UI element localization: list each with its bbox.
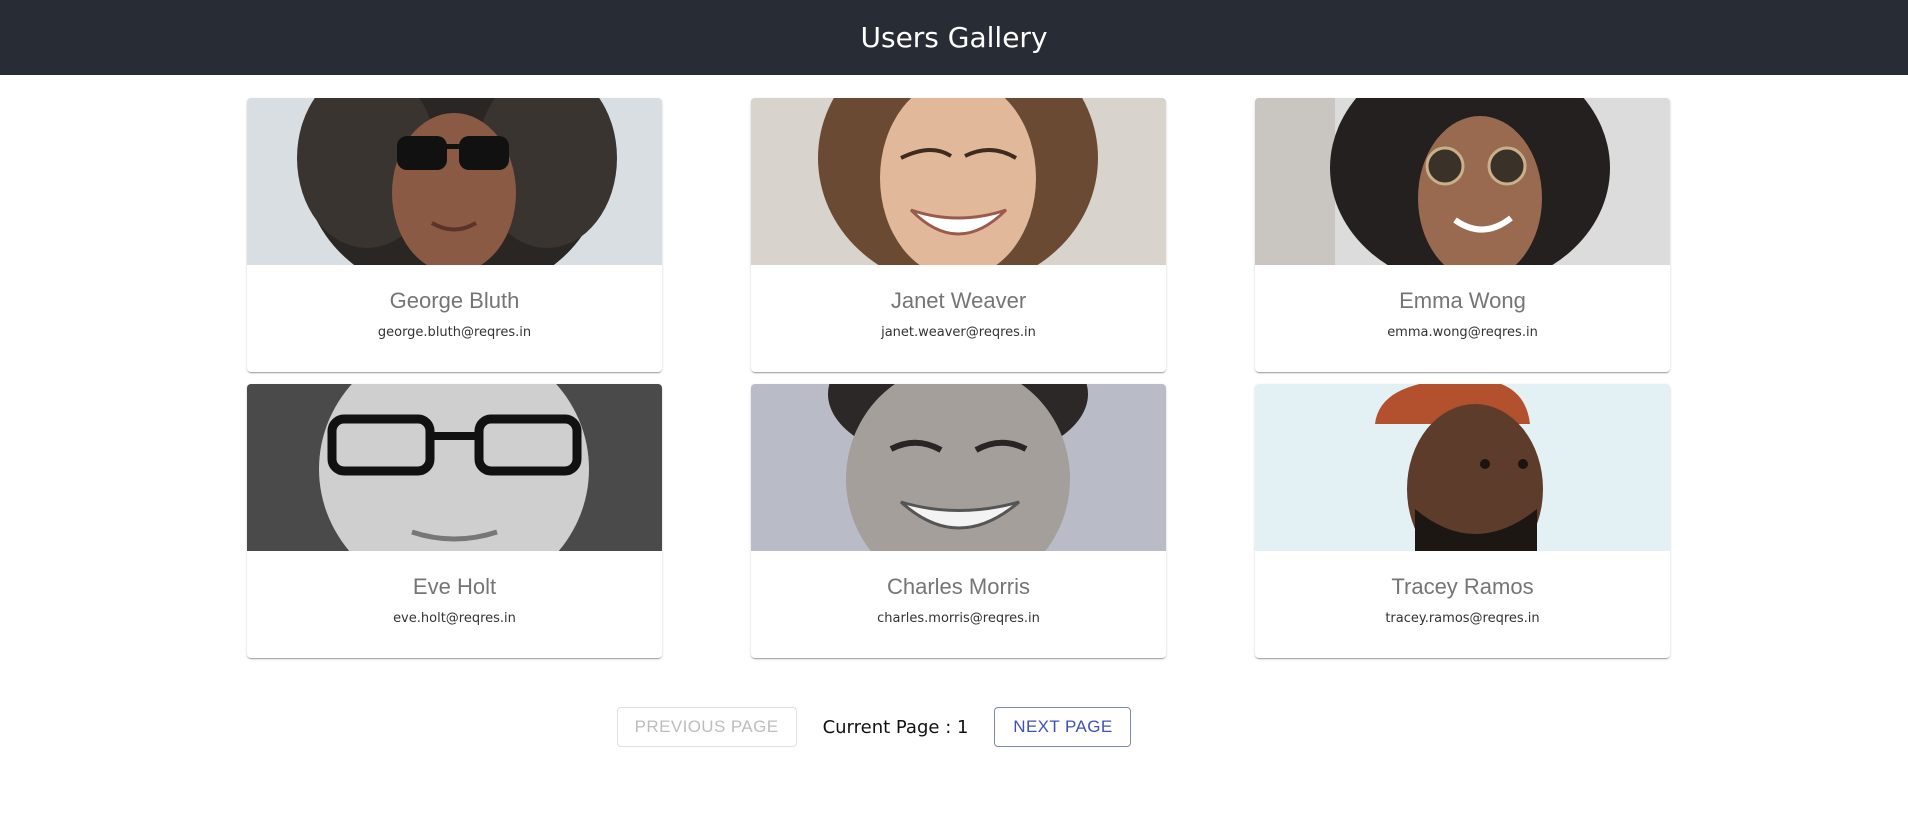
user-card[interactable]: Eve Holt eve.holt@reqres.in (247, 384, 662, 658)
user-name: George Bluth (389, 288, 520, 313)
user-avatar (1255, 384, 1670, 551)
user-avatar (247, 384, 662, 551)
app-header: Users Gallery (0, 0, 1908, 75)
page-title: Users Gallery (860, 21, 1048, 54)
user-card[interactable]: George Bluth george.bluth@reqres.in (247, 98, 662, 372)
user-card[interactable]: Charles Morris charles.morris@reqres.in (751, 384, 1166, 658)
user-avatar (1255, 98, 1670, 265)
user-email: janet.weaver@reqres.in (881, 325, 1036, 340)
current-page-label: Current Page : 1 (822, 716, 969, 738)
user-grid: George Bluth george.bluth@reqres.in Jane… (247, 98, 1670, 658)
user-email: charles.morris@reqres.in (877, 611, 1040, 626)
user-email: emma.wong@reqres.in (1387, 325, 1538, 340)
user-name: Janet Weaver (890, 288, 1027, 313)
user-name: Eve Holt (412, 574, 497, 599)
user-name: Emma Wong (1399, 288, 1526, 313)
user-name: Tracey Ramos (1391, 574, 1534, 599)
user-card[interactable]: Janet Weaver janet.weaver@reqres.in (751, 98, 1166, 372)
user-avatar (751, 98, 1166, 265)
user-email: george.bluth@reqres.in (377, 325, 532, 340)
user-name: Charles Morris (886, 574, 1031, 599)
user-avatar (751, 384, 1166, 551)
user-card[interactable]: Tracey Ramos tracey.ramos@reqres.in (1255, 384, 1670, 658)
next-page-button[interactable]: NEXT PAGE (994, 707, 1132, 747)
user-email: eve.holt@reqres.in (393, 611, 516, 626)
user-card[interactable]: Emma Wong emma.wong@reqres.in (1255, 98, 1670, 372)
previous-page-button[interactable]: PREVIOUS PAGE (616, 707, 797, 747)
user-avatar (247, 98, 662, 265)
pagination: PREVIOUS PAGE Current Page : 1 NEXT PAGE (0, 707, 1828, 747)
user-email: tracey.ramos@reqres.in (1385, 611, 1540, 626)
